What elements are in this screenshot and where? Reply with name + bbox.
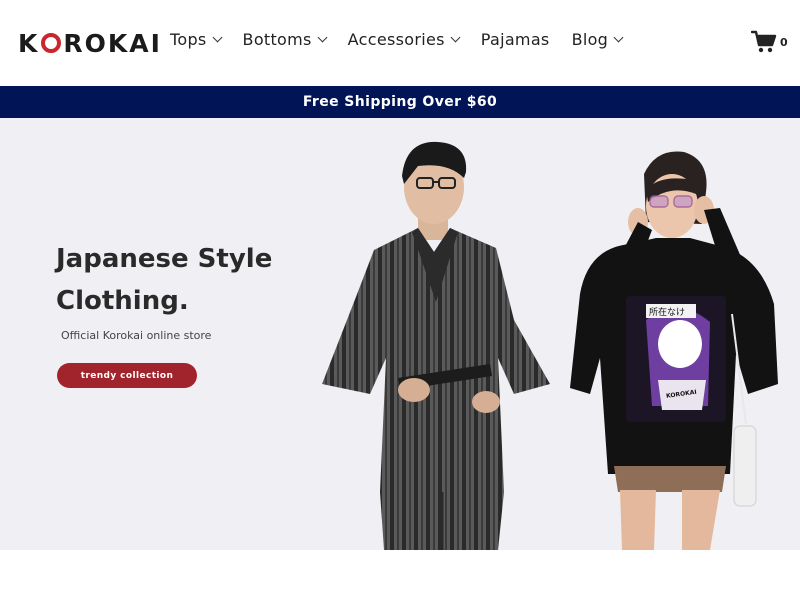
cart-count: 0 (780, 35, 788, 49)
site-header: K ROKAI Tops Bottoms Accessories Pajamas … (0, 0, 800, 86)
hero-title-line-2: Clothing. (56, 286, 189, 316)
hero-title: Japanese Style Clothing. (56, 238, 316, 322)
nav-item-bottoms[interactable]: Bottoms (242, 30, 328, 49)
nav-item-pajamas[interactable]: Pajamas (481, 30, 550, 49)
trendy-collection-button[interactable]: trendy collection (57, 363, 197, 388)
nav-item-label: Tops (170, 30, 207, 49)
logo-letters-rest: ROKAI (63, 28, 162, 58)
nav-item-accessories[interactable]: Accessories (347, 30, 461, 49)
chevron-down-icon (317, 32, 328, 43)
hero-subtitle: Official Korokai online store (61, 329, 212, 342)
logo-red-o (41, 33, 62, 53)
nav-item-tops[interactable]: Tops (170, 30, 222, 49)
nav-item-blog[interactable]: Blog (571, 30, 624, 49)
promo-banner: Free Shipping Over $60 (0, 86, 800, 118)
cart-icon (751, 30, 777, 53)
chevron-down-icon (613, 32, 624, 43)
chevron-down-icon (212, 32, 222, 43)
nav-item-label: Accessories (347, 30, 445, 49)
sweatshirt-text-jp: 所在なけ (649, 306, 685, 318)
nav-item-label: Bottoms (242, 30, 312, 49)
hero-title-line-1: Japanese Style (56, 244, 273, 274)
chevron-down-icon (450, 32, 461, 43)
brand-logo[interactable]: K ROKAI (18, 28, 162, 58)
main-nav: Tops Bottoms Accessories Pajamas Blog (170, 30, 644, 49)
female-model-image: 所在なけ KOROKAI (570, 151, 778, 550)
page-content-area (0, 550, 800, 600)
nav-item-label: Pajamas (480, 30, 550, 49)
promo-text: Free Shipping Over $60 (302, 94, 498, 110)
logo-letter-k: K (18, 28, 40, 58)
male-model-image (322, 141, 550, 550)
nav-item-label: Blog (571, 30, 609, 49)
cart-button[interactable]: 0 (751, 30, 788, 54)
hero-section: Japanese Style Clothing. Official Koroka… (0, 118, 800, 550)
